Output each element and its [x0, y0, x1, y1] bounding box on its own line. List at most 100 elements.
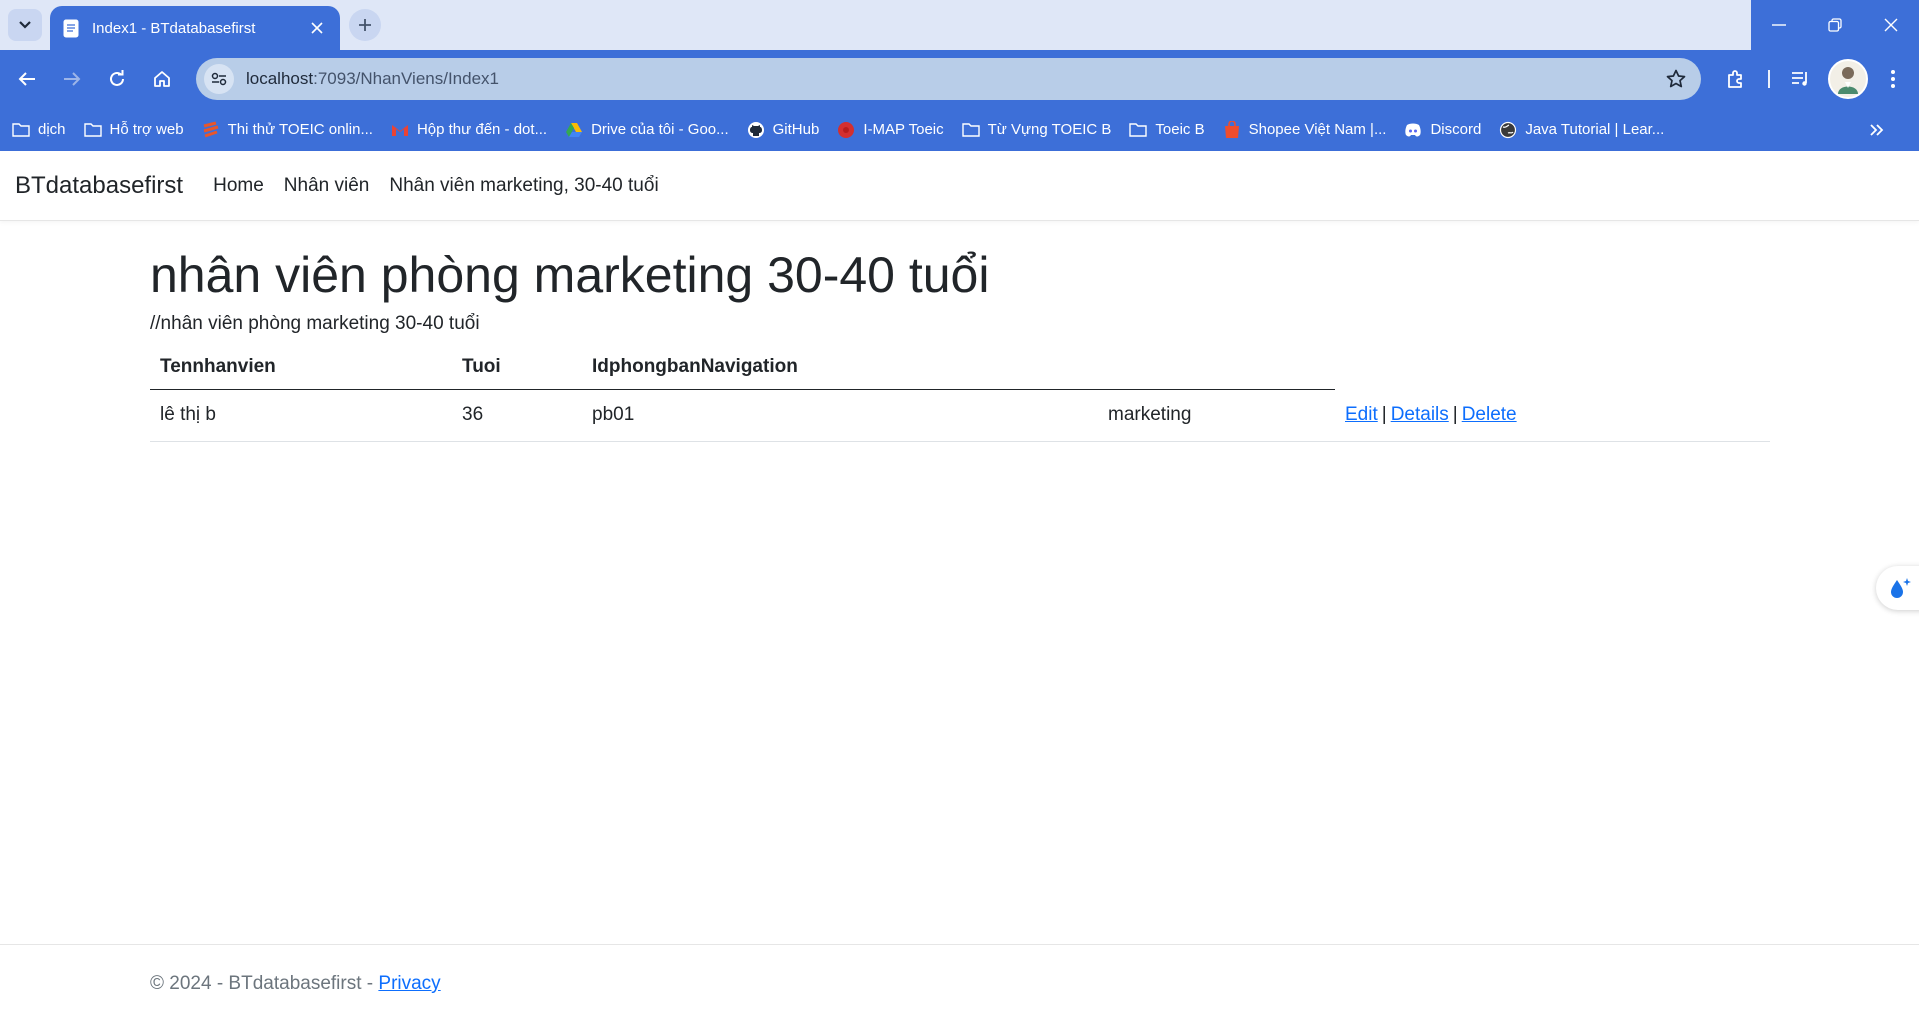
- bookmark-label: Từ Vựng TOEIC B: [987, 121, 1112, 138]
- bookmark-item[interactable]: Hỗ trợ web: [83, 121, 184, 139]
- bookmark-label: dịch: [38, 121, 66, 138]
- restore-button[interactable]: [1807, 0, 1863, 50]
- kebab-menu-icon: [1891, 70, 1895, 88]
- bookmark-label: Hộp thư đến - dot...: [416, 121, 548, 138]
- floating-extension-button[interactable]: [1876, 566, 1919, 610]
- home-icon: [154, 71, 170, 87]
- bookmark-item[interactable]: Shopee Việt Nam |...: [1223, 120, 1387, 139]
- media-controls-button[interactable]: [1784, 62, 1818, 96]
- bookmark-label: Toeic B: [1155, 121, 1205, 138]
- back-button[interactable]: [10, 62, 44, 96]
- folder-icon: [83, 121, 102, 139]
- discord-icon: [1404, 121, 1422, 139]
- site-info-icon[interactable]: [204, 64, 234, 94]
- nav-link-nhan-vien-marketing[interactable]: Nhân viên marketing, 30-40 tuổi: [389, 175, 658, 197]
- navbar-brand[interactable]: BTdatabasefirst: [15, 172, 183, 200]
- nav-link-nhan-vien[interactable]: Nhân viên: [284, 175, 370, 197]
- menu-button[interactable]: [1876, 62, 1910, 96]
- site-footer: © 2024 - BTdatabasefirst - Privacy: [0, 944, 1919, 1020]
- bookmark-item[interactable]: I-MAP Toeic: [837, 121, 944, 139]
- globe-icon: [1499, 121, 1517, 139]
- bookmark-item[interactable]: Drive của tôi - Goo...: [565, 121, 729, 139]
- bookmark-item[interactable]: Hộp thư đến - dot...: [391, 121, 547, 139]
- restore-icon: [1828, 18, 1842, 32]
- column-header: IdphongbanNavigation: [592, 355, 798, 377]
- double-chevron-right-icon: [1870, 124, 1884, 136]
- separator: |: [1381, 404, 1387, 425]
- bookmark-star-icon[interactable]: [1659, 62, 1693, 96]
- cell-age: 36: [452, 389, 582, 442]
- bookmarks-bar: dịch Hỗ trợ web Thi thử TOEIC onlin... H…: [0, 108, 1919, 151]
- nav-link-home[interactable]: Home: [213, 175, 264, 197]
- tab-search-button[interactable]: [8, 9, 42, 41]
- table-header-row: Tennhanvien Tuoi IdphongbanNavigation: [150, 345, 1770, 390]
- url-path: :7093/NhanViens/Index1: [313, 69, 499, 88]
- bookmark-item[interactable]: Discord: [1404, 121, 1481, 139]
- cell-dept-id: pb01: [582, 389, 1098, 442]
- copyright-text: © 2024 - BTdatabasefirst -: [150, 973, 379, 994]
- details-link[interactable]: Details: [1391, 404, 1449, 425]
- bookmark-item[interactable]: GitHub: [747, 121, 820, 139]
- forward-arrow-icon: [64, 72, 81, 86]
- chevron-down-icon: [19, 21, 31, 29]
- close-window-button[interactable]: [1863, 0, 1919, 50]
- bookmark-label: Drive của tôi - Goo...: [591, 121, 729, 138]
- folder-icon: [961, 121, 980, 139]
- bookmarks-overflow-button[interactable]: [1865, 118, 1889, 142]
- bookmark-label: Hỗ trợ web: [109, 121, 184, 138]
- browser-tab-active[interactable]: Index1 - BTdatabasefirst: [50, 6, 340, 50]
- tab-title: Index1 - BTdatabasefirst: [92, 19, 256, 37]
- separator: |: [1452, 404, 1458, 425]
- minimize-icon: [1772, 24, 1786, 26]
- close-icon: [1884, 18, 1898, 32]
- cell-actions: Edit | Details | Delete: [1335, 389, 1770, 442]
- avatar[interactable]: [1828, 59, 1868, 99]
- page-title: nhân viên phòng marketing 30-40 tuổi: [150, 247, 990, 303]
- new-tab-button[interactable]: [349, 9, 381, 41]
- bookmark-label: GitHub: [772, 121, 820, 138]
- site-navbar: BTdatabasefirst Home Nhân viên Nhân viên…: [0, 151, 1919, 221]
- puzzle-icon: [1728, 70, 1742, 88]
- address-bar[interactable]: localhost:7093/NhanViens/Index1: [196, 58, 1701, 100]
- github-icon: [747, 121, 765, 139]
- privacy-link[interactable]: Privacy: [378, 973, 440, 994]
- extensions-button[interactable]: [1719, 62, 1753, 96]
- imap-icon: [837, 121, 855, 139]
- folder-icon: [12, 121, 30, 139]
- close-icon[interactable]: [306, 17, 328, 39]
- forward-button[interactable]: [55, 62, 89, 96]
- main-content: nhân viên phòng marketing 30-40 tuổi //n…: [150, 221, 1770, 442]
- drive-icon: [565, 121, 583, 139]
- table-row: lê thị b 36 pb01 marketing Edit | Details |…: [150, 389, 1770, 442]
- column-header: Tuoi: [462, 355, 501, 377]
- bookmark-item[interactable]: Thi thử TOEIC onlin...: [202, 121, 373, 139]
- minimize-button[interactable]: [1751, 0, 1807, 50]
- bookmark-label: Java Tutorial | Lear...: [1525, 121, 1665, 138]
- tab-strip: Index1 - BTdatabasefirst: [0, 0, 1919, 50]
- bookmark-item[interactable]: Java Tutorial | Lear...: [1499, 121, 1664, 139]
- url-text[interactable]: localhost:7093/NhanViens/Index1: [246, 69, 1659, 89]
- bookmark-item[interactable]: Toeic B: [1129, 121, 1205, 139]
- page-icon: [62, 18, 80, 38]
- bookmark-item[interactable]: Từ Vựng TOEIC B: [961, 121, 1112, 139]
- bookmark-label: Discord: [1430, 121, 1482, 138]
- page-comment: //nhân viên phòng marketing 30-40 tuổi: [150, 313, 480, 334]
- cell-name: lê thị b: [150, 389, 452, 442]
- bookmark-label: Shopee Việt Nam |...: [1248, 121, 1387, 138]
- cell-dept-name: marketing: [1098, 389, 1335, 442]
- reload-button[interactable]: [100, 62, 134, 96]
- column-header: Tennhanvien: [160, 355, 276, 377]
- window-controls: [1751, 0, 1919, 50]
- bookmark-item[interactable]: dịch: [12, 121, 66, 139]
- water-drop-sparkle-icon: [1891, 578, 1911, 598]
- back-arrow-icon: [18, 72, 35, 86]
- column-header-blank: [1098, 345, 1335, 389]
- bookmark-label: I-MAP Toeic: [863, 121, 944, 138]
- home-button[interactable]: [145, 62, 179, 96]
- delete-link[interactable]: Delete: [1462, 404, 1517, 425]
- url-host: localhost: [246, 69, 314, 88]
- edit-link[interactable]: Edit: [1345, 404, 1378, 425]
- bookmark-label: Thi thử TOEIC onlin...: [227, 121, 373, 138]
- profile-picture-icon: [1838, 67, 1858, 94]
- footer-text: © 2024 - BTdatabasefirst - Privacy: [150, 973, 441, 995]
